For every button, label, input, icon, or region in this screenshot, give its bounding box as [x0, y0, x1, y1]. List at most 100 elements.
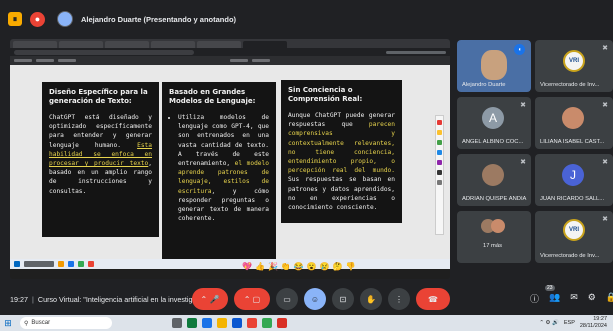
reaction-thumbs-down[interactable]: 👎 — [346, 262, 356, 271]
file-explorer-icon[interactable] — [217, 318, 227, 328]
pin-icon[interactable]: ✖ — [602, 44, 608, 52]
pause-presentation-button[interactable]: ⏸ — [8, 12, 22, 26]
app-icon[interactable] — [187, 318, 197, 328]
activities-icon[interactable]: ⚙ — [588, 292, 596, 305]
slide-card-2: Basado en Grandes Modelos de Lenguaje: U… — [162, 82, 276, 260]
language[interactable]: ESP — [564, 320, 575, 326]
slides-tool — [252, 59, 270, 62]
app-icon — [68, 261, 74, 267]
shared-screen: Diseño Específico para la generación de … — [10, 39, 450, 279]
tray-icons[interactable]: ⌃ ⚙ 🔊 — [539, 320, 558, 326]
leave-call-button[interactable]: ☎ — [416, 288, 450, 310]
app-icon[interactable] — [262, 318, 272, 328]
more-count: 17 más — [483, 243, 503, 249]
chrome-icon[interactable] — [247, 318, 257, 328]
taskbar-search[interactable]: ⚲ Buscar — [20, 317, 112, 329]
people-count-badge: 23 — [545, 285, 555, 291]
task-view-icon[interactable] — [172, 318, 182, 328]
chat-icon[interactable]: ✉ — [570, 292, 578, 305]
reaction-thumbs-up[interactable]: 👍 — [255, 262, 265, 271]
camera-toggle-button[interactable]: ⌃ ▢ — [234, 288, 270, 310]
participant-name: LILIANA ISABEL CAST... — [540, 139, 605, 145]
reaction-thinking[interactable]: 🤔 — [333, 262, 343, 271]
participant-tile[interactable]: ✖ LILIANA ISABEL CAST... — [535, 97, 613, 149]
speaking-indicator-icon: ◖ — [514, 44, 525, 55]
reactions-icon[interactable]: ☺ — [304, 288, 326, 310]
app-icon[interactable] — [232, 318, 242, 328]
raise-hand-icon[interactable]: ✋ — [360, 288, 382, 310]
participant-tile[interactable]: ✖ A ANGEL ALBINO COC... — [457, 97, 531, 149]
app-icon — [58, 261, 64, 267]
present-icon[interactable]: ⊡ — [332, 288, 354, 310]
people-icon[interactable]: 👥 — [549, 292, 560, 305]
participant-tile[interactable]: ✖ VRI Vicerrectorado de Inv... — [535, 211, 613, 263]
browser-tab-active — [243, 41, 287, 48]
participant-avatar: J — [562, 164, 584, 186]
reaction-laugh[interactable]: 😂 — [294, 262, 304, 271]
search-placeholder: Buscar — [31, 320, 51, 326]
search-box — [24, 261, 54, 267]
presenter-avatar — [57, 11, 73, 27]
card-bullet-list: Utiliza modelos de lenguaje como GPT-4, … — [169, 113, 269, 223]
side-controls: ⓘ 👥 ✉ ⚙ 🔒 — [530, 292, 613, 305]
pin-icon[interactable]: ✖ — [602, 158, 608, 166]
pen-green-icon[interactable] — [437, 140, 442, 145]
pen-blue-icon[interactable] — [437, 150, 442, 155]
url-field — [14, 49, 194, 55]
reactions-bar: 💖 👍 🎉 👏 😂 😮 😢 🤔 👎 — [242, 262, 356, 271]
slide-canvas: Diseño Específico para la generación de … — [10, 65, 450, 269]
participant-name: ANGEL ALBINO COC... — [462, 139, 524, 145]
slides-tool — [58, 59, 76, 62]
app-icon — [88, 261, 94, 267]
browser-tab — [59, 41, 103, 48]
reaction-clap[interactable]: 👏 — [281, 262, 291, 271]
edge-icon[interactable] — [202, 318, 212, 328]
pen-red-icon[interactable] — [437, 120, 442, 125]
clock[interactable]: 19:27 28/11/2024 — [580, 316, 607, 330]
pin-icon[interactable]: ✖ — [602, 101, 608, 109]
presenter-video — [481, 50, 507, 80]
captions-icon[interactable]: ▭ — [276, 288, 298, 310]
meeting-title: Curso Virtual: "Inteligencia artificial … — [37, 294, 199, 304]
eraser-icon[interactable] — [437, 170, 442, 175]
taskbar-apps — [172, 318, 287, 328]
meeting-info: 19:27 | Curso Virtual: "Inteligencia artif… — [10, 294, 199, 304]
stop-presenting-button[interactable]: ● — [30, 11, 45, 27]
windows-taskbar: ⊞ ⚲ Buscar ⌃ ⚙ 🔊 ESP 19:27 28/11/2024 — [0, 315, 613, 331]
slides-tool — [230, 59, 248, 62]
undo-icon[interactable] — [437, 180, 442, 185]
reaction-heart[interactable]: 💖 — [242, 262, 252, 271]
pin-icon[interactable]: ✖ — [520, 101, 526, 109]
participant-tile[interactable]: ✖ J JUAN RICARDO SALL... — [535, 154, 613, 206]
browser-tab — [105, 41, 149, 48]
slides-toolbar — [10, 56, 450, 65]
participant-tile[interactable]: ✖ ADRIAN QUISPE ANDIA — [457, 154, 531, 206]
slide-card-1: Diseño Específico para la generación de … — [42, 82, 159, 237]
search-icon: ⚲ — [24, 320, 29, 327]
browser-tab — [151, 41, 195, 48]
lock-icon[interactable]: 🔒 — [606, 292, 613, 305]
browser-tab — [13, 41, 57, 48]
info-icon[interactable]: ⓘ — [530, 292, 539, 305]
call-controls: ⌃ 🎤 ⌃ ▢ ▭ ☺ ⊡ ✋ ⋮ ☎ — [192, 288, 450, 310]
slides-tool — [14, 59, 32, 62]
pen-purple-icon[interactable] — [437, 160, 442, 165]
more-participants-tile[interactable]: 17 más — [457, 211, 531, 263]
vri-logo: VRI — [563, 50, 585, 72]
windows-start-icon[interactable]: ⊞ — [0, 315, 16, 331]
pdf-icon[interactable] — [277, 318, 287, 328]
presenter-title: Alejandro Duarte (Presentando y anotando… — [81, 14, 237, 24]
more-options-icon[interactable]: ⋮ — [388, 288, 410, 310]
pin-icon[interactable]: ✖ — [602, 215, 608, 223]
mic-toggle-button[interactable]: ⌃ 🎤 — [192, 288, 228, 310]
browser-tab — [197, 41, 241, 48]
reaction-surprised[interactable]: 😮 — [307, 262, 317, 271]
pen-yellow-icon[interactable] — [437, 130, 442, 135]
card-title: Basado en Grandes Modelos de Lenguaje: — [169, 88, 256, 105]
reaction-party[interactable]: 🎉 — [268, 262, 278, 271]
participant-tile-presenter[interactable]: ◖ Alejandro Duarte — [457, 40, 531, 92]
annotation-toolbar — [435, 115, 444, 235]
participant-tile[interactable]: ✖ VRI Vicerrectorado de Inv... — [535, 40, 613, 92]
reaction-sad[interactable]: 😢 — [320, 262, 330, 271]
pin-icon[interactable]: ✖ — [520, 158, 526, 166]
